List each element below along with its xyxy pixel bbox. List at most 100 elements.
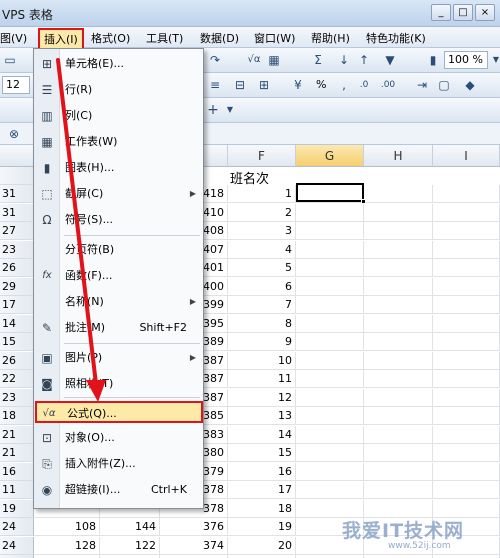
row-header[interactable]: 16 (0, 462, 34, 481)
menu-item-picture[interactable]: ▣ 图片(P) ▶ (35, 347, 203, 369)
menu-3[interactable]: 工具(T) (146, 30, 183, 46)
row-header[interactable]: 31 (0, 203, 34, 222)
row-header[interactable]: 19 (0, 499, 34, 518)
currency-icon[interactable]: ¥ (290, 77, 306, 93)
menu-item-object[interactable]: ⊡ 对象(O)... (35, 427, 203, 449)
menu-item-function[interactable]: fx 函数(F)... (35, 265, 203, 287)
table-cell[interactable]: 16 (228, 462, 296, 481)
table-cell[interactable]: 18 (228, 499, 296, 518)
table-cell[interactable]: 14 (228, 425, 296, 444)
table-cell[interactable] (364, 444, 433, 462)
indent-icon[interactable]: ⇥ (414, 77, 430, 93)
table-cell[interactable] (296, 425, 364, 444)
table-cell[interactable] (296, 296, 364, 314)
menu-4[interactable]: 数据(D) (200, 30, 239, 46)
table-cell[interactable]: 144 (100, 518, 160, 536)
table-cell[interactable] (364, 240, 433, 259)
table-cell[interactable] (296, 222, 364, 240)
row-header[interactable] (0, 167, 34, 185)
row-header[interactable]: 18 (0, 407, 34, 425)
menu-item-column[interactable]: ▥ 列(C) (35, 105, 203, 127)
table-cell[interactable]: 13 (228, 407, 296, 425)
menu-item-formula[interactable]: √α 公式(Q)... (35, 401, 203, 423)
menu-0[interactable]: 图(V) (0, 30, 27, 46)
chart-icon[interactable]: ▮ (425, 52, 441, 68)
maximize-button[interactable]: □ (453, 4, 473, 21)
table-cell[interactable] (364, 370, 433, 388)
fill-color-icon[interactable]: ◆ (462, 77, 478, 93)
chevron-down-icon[interactable]: ▼ (222, 102, 238, 118)
table-cell[interactable] (433, 240, 500, 259)
percent-button[interactable]: % (316, 78, 326, 91)
table-cell[interactable]: 122 (100, 536, 160, 555)
table-cell[interactable]: 2 (228, 203, 296, 222)
table-cell[interactable] (433, 481, 500, 499)
row-header[interactable]: 29 (0, 277, 34, 296)
table-cell[interactable] (296, 259, 364, 277)
sort-descending-icon[interactable]: ↑ (356, 52, 372, 68)
row-header[interactable]: 21 (0, 425, 34, 444)
table-cell[interactable]: 12 (228, 388, 296, 407)
row-header[interactable]: 26 (0, 351, 34, 370)
row-header[interactable]: 11 (0, 481, 34, 499)
table-cell[interactable] (433, 277, 500, 296)
table-cell[interactable]: 3 (228, 222, 296, 240)
add-icon[interactable]: + (205, 102, 221, 118)
table-cell[interactable] (433, 296, 500, 314)
table-cell[interactable]: 20 (228, 536, 296, 555)
table-cell[interactable] (364, 333, 433, 351)
row-header[interactable]: 22 (0, 370, 34, 388)
table-cell[interactable] (364, 481, 433, 499)
table-cell[interactable] (296, 481, 364, 499)
table-cell[interactable] (364, 185, 433, 203)
table-cell[interactable] (433, 462, 500, 481)
row-header[interactable]: 23 (0, 388, 34, 407)
column-header-i[interactable]: I (433, 145, 500, 167)
table-cell[interactable]: 11 (228, 370, 296, 388)
decrease-decimal-icon[interactable]: .00 (380, 77, 396, 93)
menu-6[interactable]: 帮助(H) (311, 30, 350, 46)
table-cell[interactable] (364, 407, 433, 425)
table-cell[interactable]: 374 (160, 536, 228, 555)
menu-item-worksheet[interactable]: ▦ 工作表(W) (35, 131, 203, 153)
table-cell[interactable] (364, 222, 433, 240)
menu-item-symbol[interactable]: Ω 符号(S)... (35, 209, 203, 231)
table-cell[interactable] (364, 296, 433, 314)
table-cell[interactable] (364, 462, 433, 481)
table-cell[interactable] (433, 203, 500, 222)
table-cell[interactable] (296, 203, 364, 222)
filter-icon[interactable]: ▼ (382, 52, 398, 68)
minimize-button[interactable]: _ (431, 4, 451, 21)
menu-5[interactable]: 窗口(W) (254, 30, 295, 46)
menu-1[interactable]: 插入(I) (38, 28, 84, 50)
align-left-icon[interactable]: ≡ (207, 77, 223, 93)
menu-item-camera[interactable]: ◙ 照相机(T) (35, 373, 203, 395)
table-cell[interactable]: 6 (228, 277, 296, 296)
table-cell[interactable] (433, 185, 500, 203)
table-cell[interactable] (364, 388, 433, 407)
menu-7[interactable]: 特色功能(K) (366, 30, 426, 46)
table-cell[interactable] (364, 351, 433, 370)
table-cell[interactable]: 15 (228, 444, 296, 462)
menu-item-name[interactable]: 名称(N) ▶ (35, 291, 203, 313)
table-cell[interactable]: 5 (228, 259, 296, 277)
table-cell[interactable]: 17 (228, 481, 296, 499)
table-cell[interactable] (433, 388, 500, 407)
table-cell[interactable]: 128 (34, 536, 100, 555)
close-button[interactable]: × (475, 4, 495, 21)
table-cell[interactable] (296, 277, 364, 296)
merge-cells-icon[interactable]: ⊟ (232, 77, 248, 93)
table-cell[interactable]: 108 (34, 518, 100, 536)
comma-style-icon[interactable]: , (336, 77, 352, 93)
menu-item-row[interactable]: ☰ 行(R) (35, 79, 203, 101)
menu-item-attachment[interactable]: ⎘ 插入附件(Z)... (35, 453, 203, 475)
table-cell[interactable] (296, 462, 364, 481)
table-cell[interactable] (296, 240, 364, 259)
table-cell[interactable] (364, 277, 433, 296)
row-header[interactable]: 24 (0, 536, 34, 555)
table-cell[interactable] (296, 370, 364, 388)
zoom-select[interactable]: 100 % (444, 51, 488, 69)
row-header[interactable]: 17 (0, 296, 34, 314)
column-header-f[interactable]: F (228, 145, 296, 167)
table-icon[interactable]: ▦ (266, 52, 282, 68)
